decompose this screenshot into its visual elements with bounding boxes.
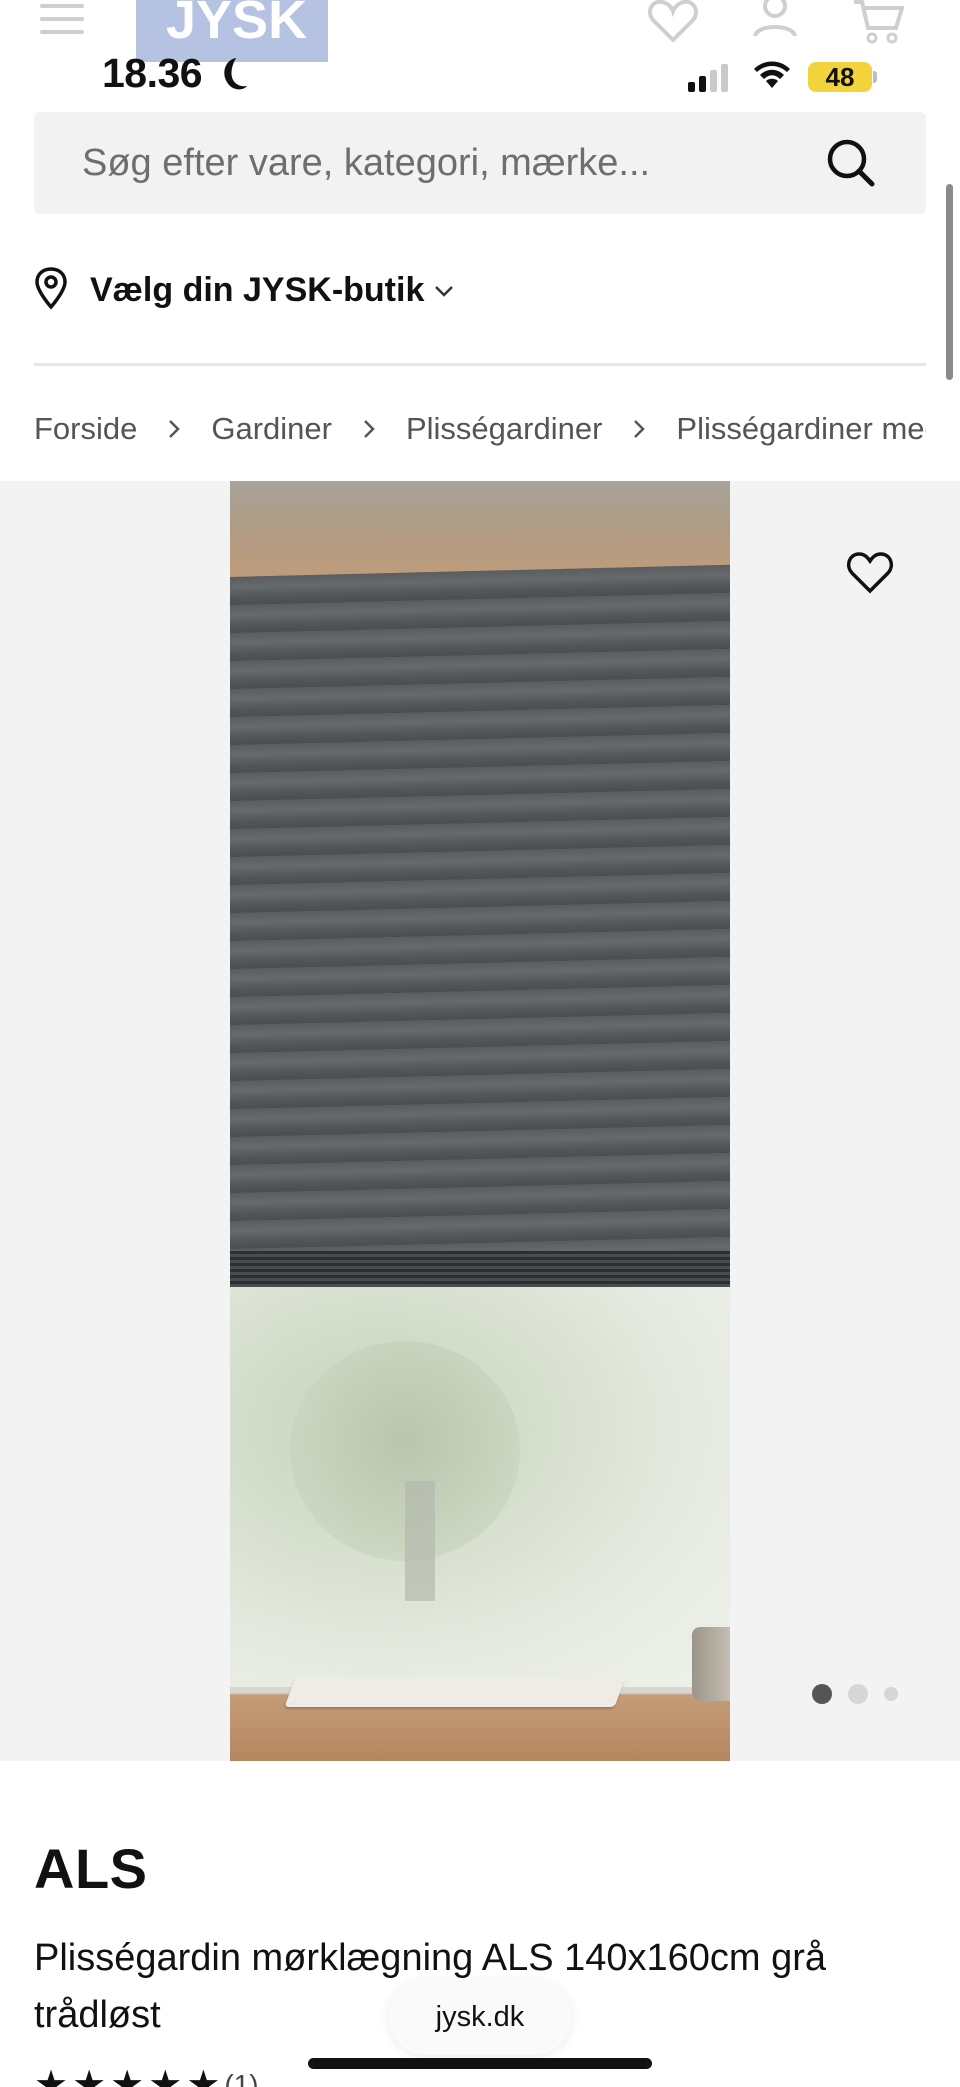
breadcrumb: Forside Gardiner Plisségardiner Plisséga… [34,404,926,454]
wifi-icon [752,60,792,95]
product-rating[interactable]: ★ ★ ★ ★ ★ (1) [34,2066,259,2087]
logo-text: JYSK [166,0,308,50]
star-icon: ★ [110,2064,145,2087]
browser-url-pill[interactable]: jysk.dk [388,1979,572,2055]
cellular-signal-icon [688,64,728,92]
chevron-down-icon [434,284,454,303]
breadcrumb-item-morklaegning[interactable]: Plisségardiner med mørklægning [676,411,926,447]
gallery-dot-2[interactable] [848,1684,868,1704]
scrollbar[interactable] [946,184,953,380]
breadcrumb-item-gardiner[interactable]: Gardiner [211,411,332,447]
breadcrumb-item-plissegardiner[interactable]: Plisségardiner [406,411,602,447]
rating-count: (1) [224,2069,259,2087]
product-gallery[interactable] [0,481,960,1761]
product-name: ALS [34,1837,148,1900]
heart-icon[interactable] [648,0,698,42]
status-time: 18.36 [102,50,203,96]
add-to-favorites-heart-icon[interactable] [846,551,894,595]
gallery-dot-1[interactable] [812,1684,832,1704]
breadcrumb-item-forside[interactable]: Forside [34,411,137,447]
star-icon: ★ [72,2064,107,2087]
location-pin-icon [34,266,68,314]
moon-icon [214,56,248,97]
battery-indicator: 48 [808,62,872,92]
gallery-dot-3[interactable] [884,1687,898,1701]
user-icon[interactable] [752,0,798,40]
store-selector[interactable]: Vælg din JYSK-butik [34,262,454,318]
cart-icon[interactable] [852,0,904,44]
gallery-pagination [812,1684,898,1704]
chevron-right-icon [362,418,376,440]
search-input[interactable] [82,136,802,190]
store-selector-label: Vælg din JYSK-butik [90,270,425,309]
chevron-right-icon [167,418,181,440]
chevron-right-icon [632,418,646,440]
hamburger-icon[interactable] [40,4,84,40]
divider [34,363,926,366]
star-icon: ★ [34,2064,69,2087]
home-indicator[interactable] [308,2058,652,2069]
search-icon[interactable] [824,136,878,190]
star-icon: ★ [186,2064,221,2087]
battery-nub [873,71,877,83]
search-bar[interactable] [34,112,926,214]
product-image[interactable] [230,481,730,1761]
star-icon: ★ [148,2064,183,2087]
